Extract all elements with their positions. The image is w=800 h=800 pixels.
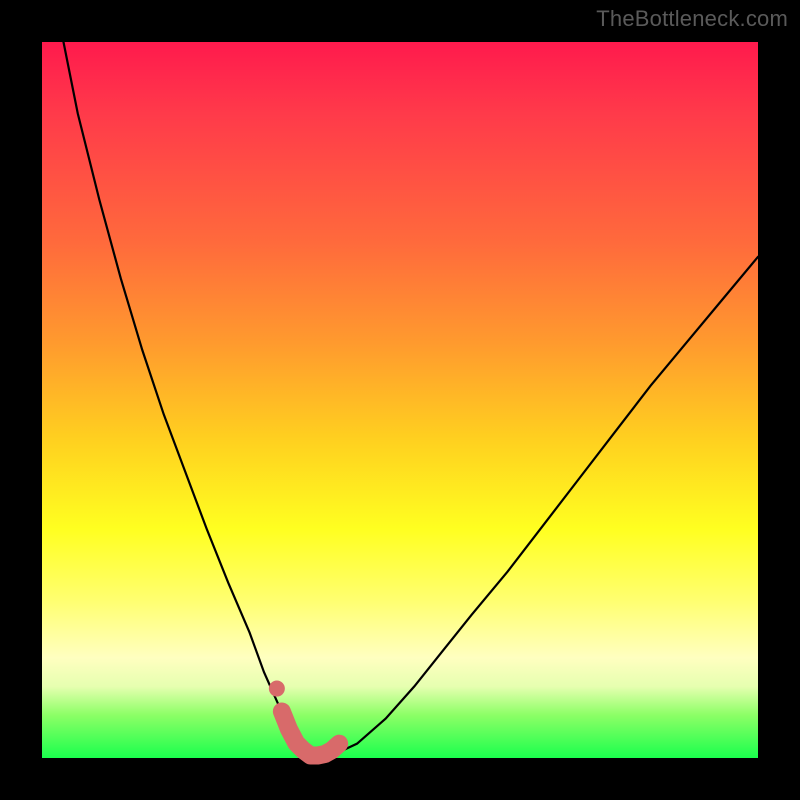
optimal-range-highlight bbox=[269, 681, 339, 756]
watermark-text: TheBottleneck.com bbox=[596, 6, 788, 32]
outer-frame: TheBottleneck.com bbox=[0, 0, 800, 800]
bottleneck-curve bbox=[63, 42, 758, 755]
plot-area bbox=[42, 42, 758, 758]
curves-svg bbox=[42, 42, 758, 758]
